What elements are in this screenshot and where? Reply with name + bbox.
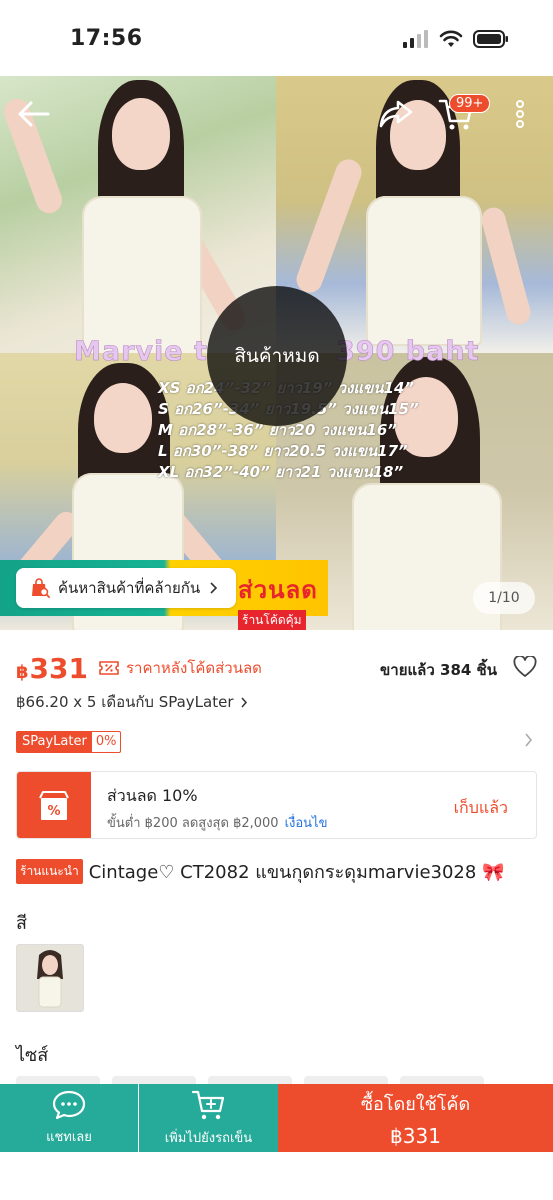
product-thumbnail-image (17, 945, 83, 1011)
back-arrow-icon (18, 101, 50, 127)
battery-icon (473, 30, 508, 48)
chat-bubble-icon (52, 1090, 86, 1119)
share-button[interactable] (376, 94, 416, 134)
size-chart-row: XL อก32”-40” ยาว21 วงแขน18” (158, 463, 404, 481)
add-to-cart-icon (191, 1090, 224, 1119)
voucher-icon-area: % (17, 772, 91, 838)
more-options-button[interactable] (500, 94, 540, 134)
price: ฿ 331 (16, 652, 88, 685)
color-option-thumbnail[interactable] (16, 944, 84, 1012)
signal-icon (403, 30, 428, 48)
status-bar: 17:56 (0, 0, 553, 76)
voucher-terms-link[interactable]: เงื่อนไข (285, 816, 328, 831)
promo-tag: ส่วนลด ร้านโค้ดคุ้ม (238, 570, 318, 630)
add-to-cart-button[interactable]: เพิ่มไปยังรถเข็น (139, 1084, 278, 1152)
buy-button-label: ซื้อโดยใช้โค้ด (360, 1093, 471, 1115)
price-currency: ฿ (16, 661, 29, 683)
buy-button-price: ฿331 (390, 1123, 441, 1148)
similar-search-button[interactable]: ค้นหาสินค้าที่คล้ายกัน (16, 568, 236, 608)
shopping-bag-search-icon (32, 578, 50, 598)
status-time: 17:56 (70, 26, 143, 51)
chevron-right-icon (240, 697, 247, 707)
recommended-shop-badge: ร้านแนะนำ (16, 859, 83, 884)
spaylater-badge-name: SPayLater (17, 732, 92, 752)
chevron-right-icon (210, 582, 218, 594)
spaylater-badge-rate: 0% (95, 734, 117, 749)
buy-with-voucher-button[interactable]: ซื้อโดยใช้โค้ด ฿331 (278, 1084, 553, 1152)
similar-search-label: ค้นหาสินค้าที่คล้ายกัน (58, 579, 201, 597)
chevron-right-icon (525, 733, 533, 747)
coupon-icon (99, 661, 119, 675)
paylater-row[interactable]: ฿66.20 x 5 เดือนกับ SPayLater (16, 690, 248, 714)
similar-promo-bar: ค้นหาสินค้าที่คล้ายกัน ส่วนลด ร้านโค้ดคุ… (0, 560, 328, 630)
status-icons (403, 30, 509, 48)
sold-count: ขายแล้ว 384 ชิ้น (380, 661, 497, 679)
price-note: ราคาหลังโค้ดส่วนลด (98, 656, 262, 680)
promo-subtitle: ร้านโค้ดคุ้ม (238, 610, 306, 630)
share-icon (379, 100, 413, 128)
back-button[interactable] (14, 94, 54, 134)
size-label: ไซส์ (16, 1045, 49, 1066)
promo-title: ส่วนลด (238, 576, 318, 604)
product-image-gallery[interactable]: Marvie t 390 baht XS อก24”-32” ยาว19” วง… (0, 76, 553, 630)
overlay-title-right: 390 baht (336, 336, 480, 368)
bottom-action-bar: แชทเลย เพิ่มไปยังรถเข็น ซื้อโดยใช้โค้ด ฿… (0, 1084, 553, 1152)
overlay-title: Marvie t 390 baht (74, 336, 479, 368)
soldout-label: สินค้าหมด (234, 345, 320, 367)
product-title-row: ร้านแนะนำ Cintage♡ CT2082 แขนกุดกระดุมma… (16, 857, 537, 886)
voucher-title: ส่วนลด 10% (107, 786, 198, 805)
price-amount: 331 (29, 651, 88, 685)
chat-button-label: แชทเลย (46, 1129, 92, 1145)
cart-count-badge: 99+ (449, 94, 491, 113)
soldout-badge: สินค้าหมด (207, 286, 347, 426)
price-row: ฿ 331 ราคาหลังโค้ดส่วนลด ขายแล้ว 384 ชิ้… (16, 648, 537, 688)
shop-voucher-icon: % (39, 791, 69, 820)
paylater-text: ฿66.20 x 5 เดือนกับ SPayLater (16, 693, 234, 711)
product-title: Cintage♡ CT2082 แขนกุดกระดุมmarvie3028 🎀 (88, 862, 505, 883)
overlay-title-left: Marvie t (74, 336, 208, 368)
add-to-cart-label: เพิ่มไปยังรถเข็น (164, 1130, 253, 1146)
svg-text:%: % (47, 804, 60, 819)
price-note-text: ราคาหลังโค้ดส่วนลด (125, 659, 262, 677)
voucher-collected-status: เก็บแล้ว (453, 798, 508, 817)
heart-icon (513, 654, 537, 677)
chat-button[interactable]: แชทเลย (0, 1084, 138, 1152)
voucher-terms: ขั้นต่ำ ฿200 ลดสูงสุด ฿2,000 เงื่อนไข (107, 812, 327, 833)
voucher-terms-text: ขั้นต่ำ ฿200 ลดสูงสุด ฿2,000 (107, 816, 279, 831)
favorite-button[interactable] (513, 654, 537, 682)
page-indicator: 1/10 (473, 582, 535, 614)
voucher-card[interactable]: % ส่วนลด 10% ขั้นต่ำ ฿200 ลดสูงสุด ฿2,00… (16, 771, 537, 839)
wifi-icon (439, 30, 463, 47)
spaylater-badge: SPayLater 0% (16, 731, 122, 753)
spaylater-row[interactable]: SPayLater 0% (16, 730, 537, 754)
size-chart-row: L อก30”-38” ยาว20.5 วงแขน17” (158, 442, 408, 460)
more-dots-icon (516, 100, 524, 128)
color-label: สี (16, 913, 27, 934)
